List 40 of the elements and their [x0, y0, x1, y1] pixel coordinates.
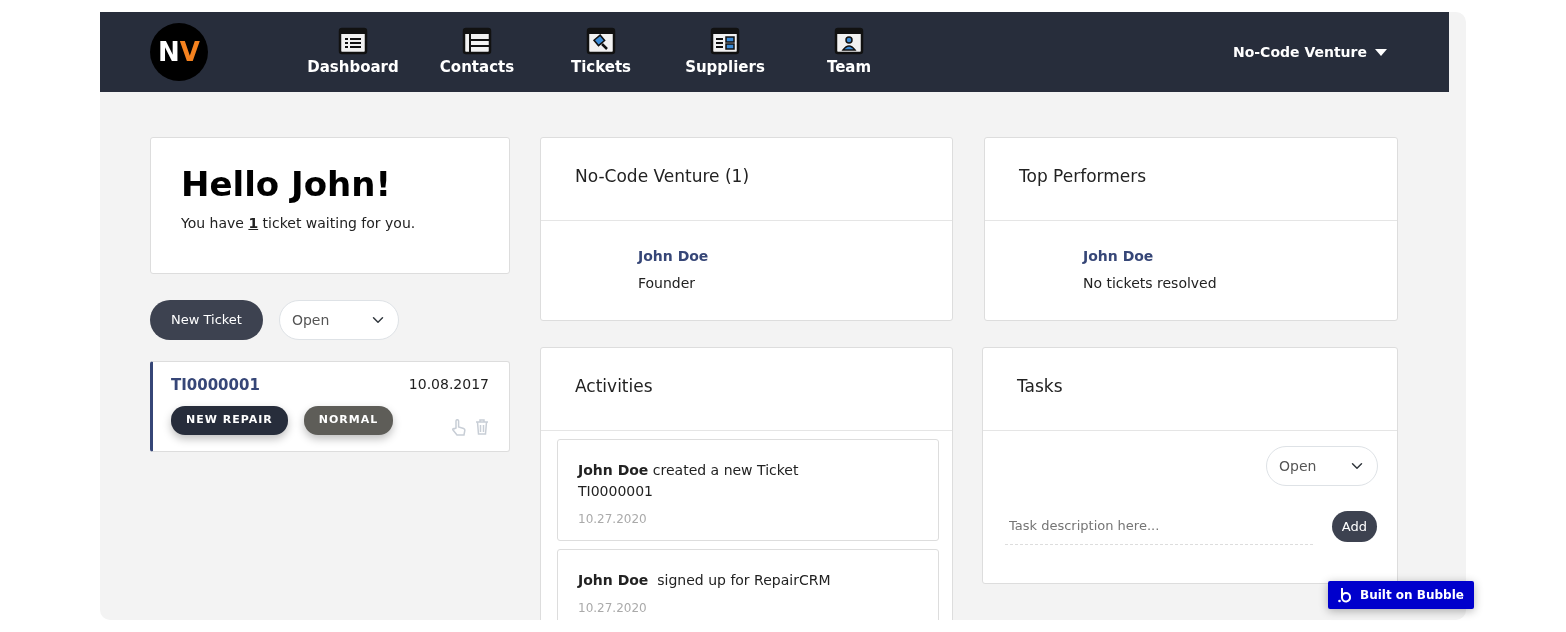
trash-icon[interactable] — [475, 418, 489, 435]
pointer-hand-icon[interactable] — [451, 418, 467, 437]
account-menu[interactable]: No-Code Venture — [1226, 40, 1393, 64]
activity-text: John Doe signed up for RepairCRM — [578, 571, 832, 590]
grid-icon — [709, 25, 741, 56]
activity-text: John Doe created a new Ticket TI0000001 — [578, 461, 800, 501]
activity-date: 10.27.2020 — [578, 511, 648, 528]
new-ticket-button[interactable]: New Ticket — [150, 300, 263, 340]
greeting-title: Hello John! — [181, 164, 392, 205]
performer-name[interactable]: John Doe — [1083, 243, 1397, 270]
nav-link[interactable]: Contacts — [415, 25, 539, 79]
ticket-date: 10.08.2017 — [408, 375, 489, 394]
member-role: Founder — [638, 274, 697, 293]
greeting-message: You have 1 ticket waiting for you. — [181, 213, 417, 233]
table-icon — [461, 25, 493, 56]
panel-title: No-Code Venture (1) — [541, 138, 952, 221]
built-on-bubble-badge[interactable]: Built on Bubble — [1328, 581, 1474, 609]
performer-note: No tickets resolved — [1083, 274, 1218, 293]
bubble-logo-icon — [1338, 587, 1352, 603]
add-button[interactable]: Add — [1331, 510, 1377, 542]
tag: NORMAL — [303, 406, 394, 435]
panel-title: Top Performers — [985, 138, 1397, 221]
activity-date: 10.27.2020 — [578, 600, 648, 617]
status-select[interactable]: Open — [278, 300, 399, 340]
nav-link[interactable]: Dashboard — [291, 25, 415, 79]
person-icon — [833, 25, 865, 56]
ticket-card[interactable]: TI0000001 10.08.2017 NEW REPAIR NORMAL — [150, 361, 510, 452]
task-status-select[interactable]: Open — [1266, 446, 1378, 486]
ticket-id: TI0000001 — [171, 375, 260, 396]
member-name[interactable]: John Doe — [638, 243, 952, 270]
logo: NV — [150, 23, 208, 81]
list-icon — [337, 25, 369, 56]
hammer-icon — [585, 25, 617, 56]
nav-link[interactable]: Team — [787, 25, 911, 79]
nav-link[interactable]: Tickets — [539, 25, 663, 79]
panel-title: Activities — [541, 348, 952, 431]
panel-title: Tasks — [983, 348, 1397, 431]
nav-link[interactable]: Suppliers — [663, 25, 787, 79]
caret-icon — [1375, 48, 1387, 57]
tag: NEW REPAIR — [171, 406, 288, 435]
